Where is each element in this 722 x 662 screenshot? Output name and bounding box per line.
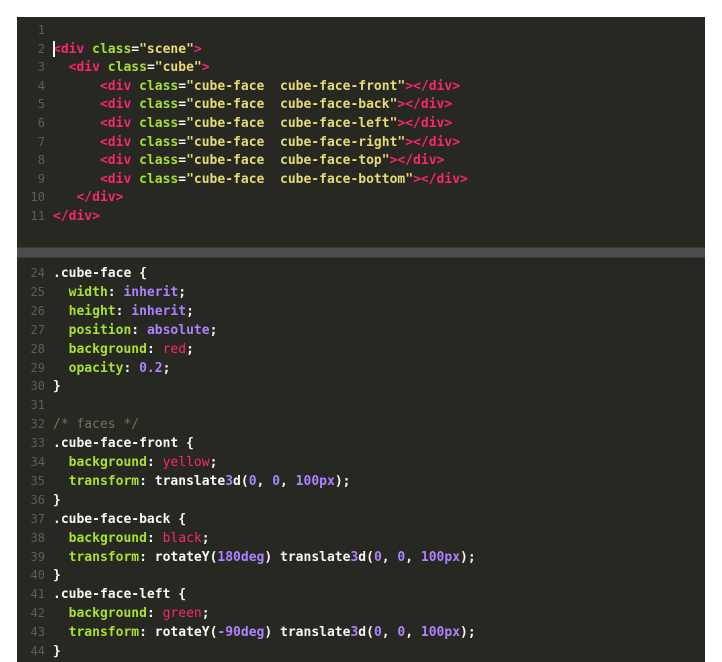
code-line[interactable]: 30}	[17, 378, 705, 395]
line-number: 9	[37, 171, 45, 186]
code-text: </div>	[76, 190, 124, 206]
code-text: opacity: 0.2;	[68, 360, 171, 376]
code-text: }	[53, 568, 61, 584]
code-line[interactable]: 32 /* faces */	[17, 416, 705, 433]
line-number: 39	[30, 549, 45, 564]
code-text: .cube-face-back {	[53, 511, 187, 527]
code-text: }	[53, 379, 61, 395]
line-number: 28	[30, 341, 45, 356]
code-text: transform: rotateY(-90deg) translate3d(0…	[68, 625, 476, 641]
code-text: <div class="cube-face cube-face-front"><…	[99, 78, 461, 94]
line-number: 37	[30, 511, 45, 526]
line-number: 38	[30, 530, 45, 545]
code-line[interactable]: 44}	[17, 643, 705, 660]
code-text: }	[53, 492, 61, 508]
code-text: background: yellow;	[68, 455, 218, 470]
line-number: 43	[30, 625, 45, 640]
code-line[interactable]: 28 background: red;	[17, 341, 705, 358]
line-number: 42	[30, 606, 45, 621]
code-text: background: black;	[68, 530, 210, 546]
line-number: 33	[30, 436, 45, 451]
code-line[interactable]: 26 height: inherit;	[17, 303, 705, 320]
code-text: <div class="cube-face cube-face-right"><…	[99, 134, 461, 150]
line-number: 25	[30, 284, 45, 299]
line-number: 40	[30, 568, 45, 583]
line-number: 7	[37, 134, 45, 149]
code-line[interactable]: 6 <div class="cube-face cube-face-left">…	[17, 115, 705, 132]
code-editor[interactable]: 1 2 <div class="scene"> 3 <div class="cube"…	[17, 17, 705, 662]
line-number: 41	[30, 587, 45, 602]
code-text: .cube-face-left {	[53, 587, 187, 603]
code-text: transform: translate3d(0, 0, 100px);	[68, 473, 351, 489]
code-line[interactable]: 8 <div class="cube-face cube-face-top"><…	[17, 152, 705, 169]
code-text: <div class="cube-face cube-face-top"></d…	[99, 153, 445, 169]
code-text: position: absolute;	[68, 322, 218, 338]
code-line[interactable]: 41 .cube-face-left {	[17, 586, 705, 603]
code-text: width: inherit;	[68, 284, 187, 300]
line-number: 10	[30, 190, 45, 205]
code-text: }	[53, 644, 61, 659]
code-line[interactable]: 38 background: black;	[17, 530, 705, 547]
code-line[interactable]: 34 background: yellow;	[17, 454, 705, 471]
line-number: 24	[30, 266, 45, 280]
line-number: 36	[30, 492, 45, 507]
code-text: height: inherit;	[68, 303, 194, 319]
line-number: 44	[30, 644, 45, 658]
code-line[interactable]: 35 transform: translate3d(0, 0, 100px);	[17, 473, 705, 490]
code-line[interactable]: 31	[17, 397, 705, 414]
code-line[interactable]: 7 <div class="cube-face cube-face-right"…	[17, 134, 705, 151]
code-text: <div class="cube-face cube-face-bottom">…	[99, 171, 468, 187]
pane-divider[interactable]	[17, 247, 705, 258]
line-number: 31	[30, 398, 45, 413]
line-number: 4	[37, 78, 45, 93]
code-line[interactable]: 33 .cube-face-front {	[17, 435, 705, 452]
code-text: <div class="scene">	[53, 41, 202, 57]
code-line[interactable]: 24 .cube-face {	[17, 265, 705, 282]
code-text: .cube-face-front {	[53, 436, 194, 452]
line-number: 1	[37, 23, 45, 37]
code-text: background: green;	[68, 606, 210, 622]
code-line[interactable]: 36}	[17, 492, 705, 509]
code-text: /* faces */	[53, 417, 140, 433]
code-text: <div class="cube-face cube-face-left"></…	[99, 116, 453, 131]
line-number: 11	[30, 209, 45, 223]
line-number: 6	[37, 116, 45, 130]
code-text: transform: rotateY(180deg) translate3d(0…	[68, 549, 476, 565]
text-cursor	[53, 41, 55, 57]
code-line[interactable]: 29 opacity: 0.2;	[17, 360, 705, 377]
line-number: 29	[30, 360, 45, 375]
line-number: 26	[30, 303, 45, 318]
code-line[interactable]: 10 </div>	[17, 189, 705, 206]
code-text: <div class="cube">	[68, 60, 210, 76]
line-number: 8	[37, 153, 45, 168]
code-line[interactable]: 40}	[17, 567, 705, 584]
code-line[interactable]: 3 <div class="cube">	[17, 59, 705, 76]
code-line[interactable]: 39 transform: rotateY(180deg) translate3…	[17, 549, 705, 566]
code-text: .cube-face {	[53, 266, 147, 281]
line-number: 34	[30, 455, 45, 469]
html-editor-pane[interactable]: 1 2 <div class="scene"> 3 <div class="cube"…	[17, 17, 705, 247]
code-text: <div class="cube-face cube-face-back"></…	[99, 97, 453, 113]
code-line[interactable]: 9 <div class="cube-face cube-face-bottom…	[17, 171, 705, 188]
code-text: background: red;	[68, 341, 194, 357]
line-number: 27	[30, 322, 45, 337]
line-number: 3	[37, 60, 45, 75]
line-number: 5	[37, 97, 45, 112]
code-text: </div>	[53, 209, 100, 224]
css-editor-pane[interactable]: 24 .cube-face { 25 width: inherit; 26 heigh…	[17, 258, 705, 662]
code-line[interactable]: 42 background: green;	[17, 605, 705, 622]
code-line[interactable]: 25 width: inherit;	[17, 284, 705, 301]
code-line[interactable]: 37 .cube-face-back {	[17, 511, 705, 528]
code-line[interactable]: 5 <div class="cube-face cube-face-back">…	[17, 96, 705, 113]
code-line[interactable]: 2 <div class="scene">	[17, 41, 705, 58]
code-line[interactable]: 27 position: absolute;	[17, 322, 705, 339]
code-line[interactable]: 4 <div class="cube-face cube-face-front"…	[17, 78, 705, 95]
code-line[interactable]: 11 </div>	[17, 208, 705, 225]
line-number: 30	[30, 379, 45, 394]
line-number: 32	[30, 417, 45, 432]
line-number: 35	[30, 473, 45, 488]
code-line[interactable]: 1	[17, 22, 705, 39]
line-number: 2	[37, 41, 45, 56]
code-line[interactable]: 43 transform: rotateY(-90deg) translate3…	[17, 624, 705, 641]
